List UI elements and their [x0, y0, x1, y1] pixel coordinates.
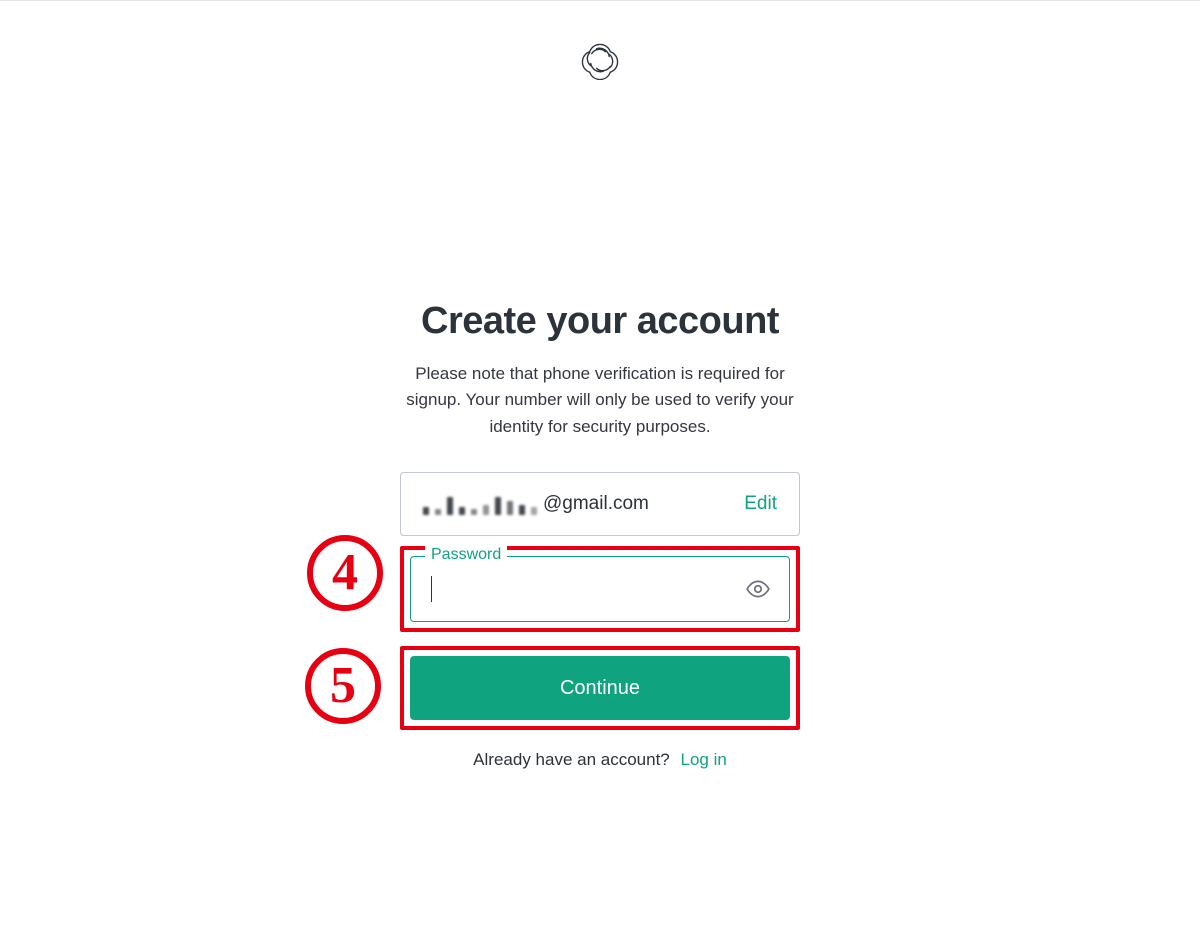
signup-card: Create your account Please note that pho…	[400, 300, 800, 770]
email-local-part-blurred	[423, 493, 537, 515]
continue-button[interactable]: Continue	[410, 656, 790, 720]
openai-logo-icon	[580, 67, 620, 84]
show-password-icon[interactable]	[745, 576, 771, 602]
page-title: Create your account	[400, 300, 800, 343]
already-have-account: Already have an account? Log in	[400, 750, 800, 770]
annotation-highlight-continue: Continue	[400, 646, 800, 730]
password-input[interactable]	[432, 557, 745, 621]
annotation-highlight-password: Password	[400, 546, 800, 632]
already-text: Already have an account?	[473, 750, 670, 769]
page-subtitle: Please note that phone verification is r…	[400, 361, 800, 440]
top-divider	[0, 0, 1200, 1]
annotation-badge-5: 5	[305, 648, 381, 724]
email-value: @gmail.com	[423, 493, 744, 515]
edit-email-link[interactable]: Edit	[744, 493, 777, 515]
header-logo-container	[0, 0, 1200, 85]
password-label: Password	[425, 546, 507, 564]
password-field-container: Password	[410, 556, 790, 622]
email-display-box: @gmail.com Edit	[400, 472, 800, 536]
email-domain-suffix: @gmail.com	[543, 493, 649, 515]
annotation-badge-4: 4	[307, 535, 383, 611]
log-in-link[interactable]: Log in	[681, 750, 727, 769]
